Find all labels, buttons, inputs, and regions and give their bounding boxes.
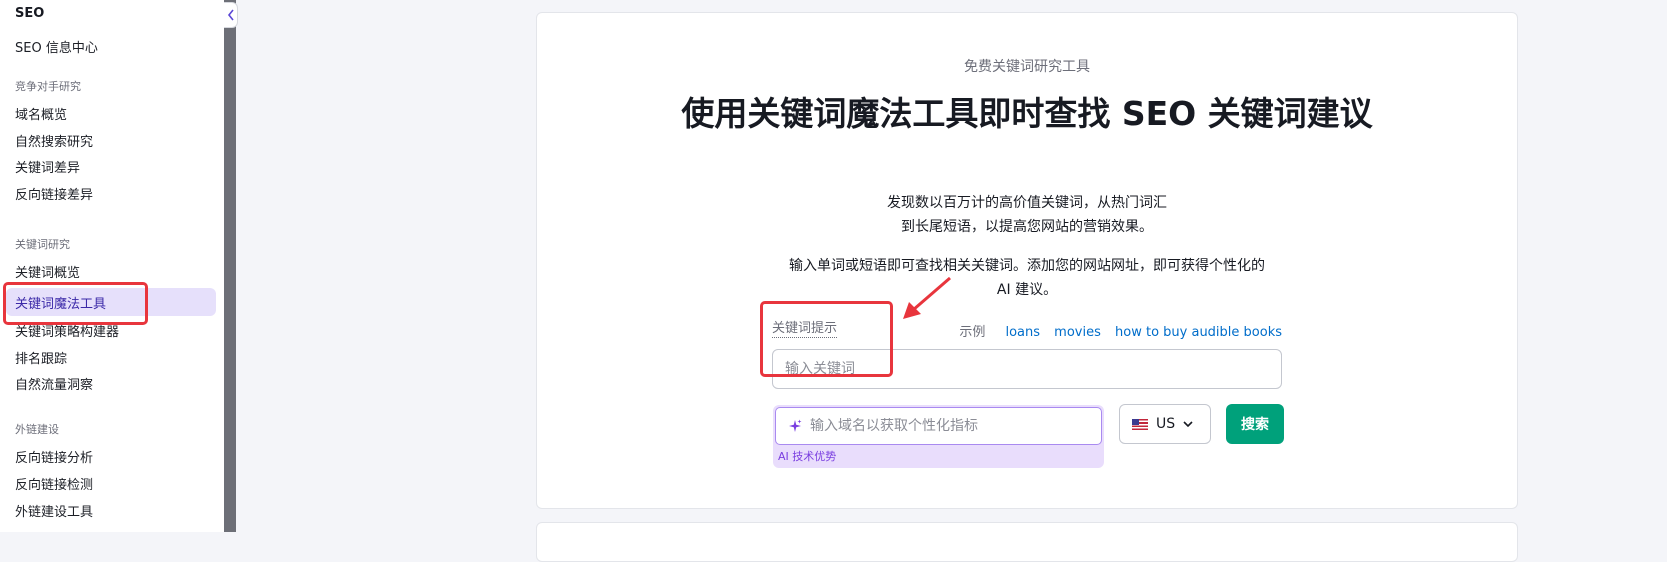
sidebar-item-backlink-gap[interactable]: 反向链接差异: [15, 184, 93, 203]
description-line-1: 输入单词或短语即可查找相关关键词。添加您的网站网址，即可获得个性化的: [789, 258, 1265, 274]
subtitle-line-2: 到长尾短语，以提高您网站的营销效果。: [901, 219, 1153, 235]
sidebar-item-position-tracking[interactable]: 排名跟踪: [15, 348, 67, 367]
ai-powered-label: AI 技术优势: [778, 450, 837, 463]
description-line-2: AI 建议。: [996, 282, 1058, 298]
sidebar-item-organic-research[interactable]: 自然搜索研究: [15, 131, 93, 150]
ai-domain-wrapper: AI 技术优势: [773, 405, 1104, 468]
sidebar-section-link-building: 外链建设: [15, 423, 59, 436]
example-link-audible[interactable]: how to buy audible books: [1115, 325, 1282, 340]
keyword-tool-card: 免费关键词研究工具 使用关键词魔法工具即时查找 SEO 关键词建议 发现数以百万…: [536, 12, 1518, 509]
sidebar-title: SEO: [15, 6, 45, 21]
examples-label: 示例: [959, 325, 986, 340]
sidebar-collapse-bar[interactable]: [224, 0, 236, 532]
sidebar-item-organic-traffic-insights[interactable]: 自然流量洞察: [15, 374, 93, 393]
us-flag-icon: [1132, 418, 1148, 430]
sidebar-section-keyword-research: 关键词研究: [15, 238, 70, 251]
annotation-highlight-keyword: [760, 301, 893, 377]
chevron-down-icon: [1183, 420, 1193, 427]
sidebar-item-backlink-audit[interactable]: 反向链接检测: [15, 474, 93, 493]
sidebar-item-backlink-analytics[interactable]: 反向链接分析: [15, 447, 93, 466]
country-select[interactable]: US: [1119, 404, 1211, 444]
domain-input[interactable]: [810, 418, 1090, 434]
eyebrow-text: 免费关键词研究工具: [964, 59, 1090, 75]
country-label: US: [1156, 416, 1176, 432]
sidebar-item-domain-overview[interactable]: 域名概览: [15, 104, 67, 123]
subtitle-line-1: 发现数以百万计的高价值关键词，从热门词汇: [887, 195, 1167, 211]
example-link-movies[interactable]: movies: [1054, 325, 1101, 340]
page-title: 使用关键词魔法工具即时查找 SEO 关键词建议: [681, 94, 1373, 133]
arrow-annotation-icon: [903, 276, 951, 319]
sparkle-icon: [789, 419, 802, 432]
sidebar-collapse-button[interactable]: [224, 2, 238, 28]
sidebar: SEO SEO 信息中心 竞争对手研究 域名概览 自然搜索研究 关键词差异 反向…: [0, 0, 224, 532]
description: 输入单词或短语即可查找相关关键词。添加您的网站网址，即可获得个性化的 AI 建议…: [737, 254, 1317, 302]
subtitle: 发现数以百万计的高价值关键词，从热门词汇 到长尾短语，以提高您网站的营销效果。: [827, 191, 1227, 239]
sidebar-item-keyword-overview[interactable]: 关键词概览: [15, 262, 80, 281]
example-link-loans[interactable]: loans: [1005, 325, 1040, 340]
chevron-left-icon: [227, 9, 234, 21]
examples-row: 示例 loans movies how to buy audible books: [937, 321, 1282, 340]
annotation-highlight-sidebar: [3, 282, 148, 325]
sidebar-item-link-building-tool[interactable]: 外链建设工具: [15, 501, 93, 520]
secondary-card: [536, 522, 1518, 562]
sidebar-item-seo-dashboard[interactable]: SEO 信息中心: [15, 37, 98, 56]
domain-input-box[interactable]: [775, 407, 1102, 445]
sidebar-section-competitor: 竞争对手研究: [15, 80, 81, 93]
search-button[interactable]: 搜索: [1226, 404, 1284, 444]
sidebar-item-keyword-gap[interactable]: 关键词差异: [15, 157, 80, 176]
